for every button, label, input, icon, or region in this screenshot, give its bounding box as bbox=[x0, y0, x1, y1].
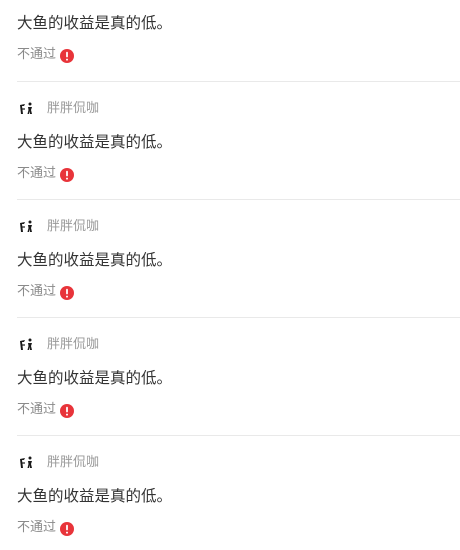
username[interactable]: 胖胖侃咖 bbox=[47, 335, 99, 355]
review-status: 不通过 bbox=[17, 401, 75, 419]
error-circle-icon bbox=[60, 48, 75, 63]
error-circle-icon bbox=[60, 521, 75, 536]
error-circle-icon bbox=[60, 285, 75, 300]
post-content: 大鱼的收益是真的低。 bbox=[17, 251, 173, 269]
avatar[interactable] bbox=[17, 100, 35, 118]
post-content: 大鱼的收益是真的低。 bbox=[17, 14, 173, 32]
divider bbox=[17, 81, 460, 82]
divider bbox=[17, 199, 460, 200]
review-status-label: 不通过 bbox=[17, 402, 57, 417]
review-status-label: 不通过 bbox=[17, 166, 57, 181]
post-content: 大鱼的收益是真的低。 bbox=[17, 487, 173, 505]
avatar[interactable] bbox=[17, 336, 35, 354]
post-header: 胖胖侃咖 bbox=[17, 99, 99, 119]
error-circle-icon bbox=[60, 403, 75, 418]
post-content: 大鱼的收益是真的低。 bbox=[17, 369, 173, 387]
post-header: 胖胖侃咖 bbox=[17, 217, 99, 237]
username[interactable]: 胖胖侃咖 bbox=[47, 453, 99, 473]
divider bbox=[17, 435, 460, 436]
review-status: 不通过 bbox=[17, 519, 75, 537]
divider bbox=[17, 317, 460, 318]
avatar[interactable] bbox=[17, 454, 35, 472]
error-circle-icon bbox=[60, 167, 75, 182]
review-status: 不通过 bbox=[17, 283, 75, 301]
post-header: 胖胖侃咖 bbox=[17, 453, 99, 473]
review-status-label: 不通过 bbox=[17, 520, 57, 535]
username[interactable]: 胖胖侃咖 bbox=[47, 217, 99, 237]
review-status: 不通过 bbox=[17, 165, 75, 183]
post-feed: 大鱼的收益是真的低。 不通过 胖胖侃咖 大鱼的收益是真的低。 不通过 胖胖侃咖 … bbox=[0, 0, 460, 550]
post-header: 胖胖侃咖 bbox=[17, 335, 99, 355]
avatar[interactable] bbox=[17, 218, 35, 236]
post-content: 大鱼的收益是真的低。 bbox=[17, 133, 173, 151]
review-status: 不通过 bbox=[17, 46, 75, 64]
review-status-label: 不通过 bbox=[17, 47, 57, 62]
username[interactable]: 胖胖侃咖 bbox=[47, 99, 99, 119]
review-status-label: 不通过 bbox=[17, 284, 57, 299]
